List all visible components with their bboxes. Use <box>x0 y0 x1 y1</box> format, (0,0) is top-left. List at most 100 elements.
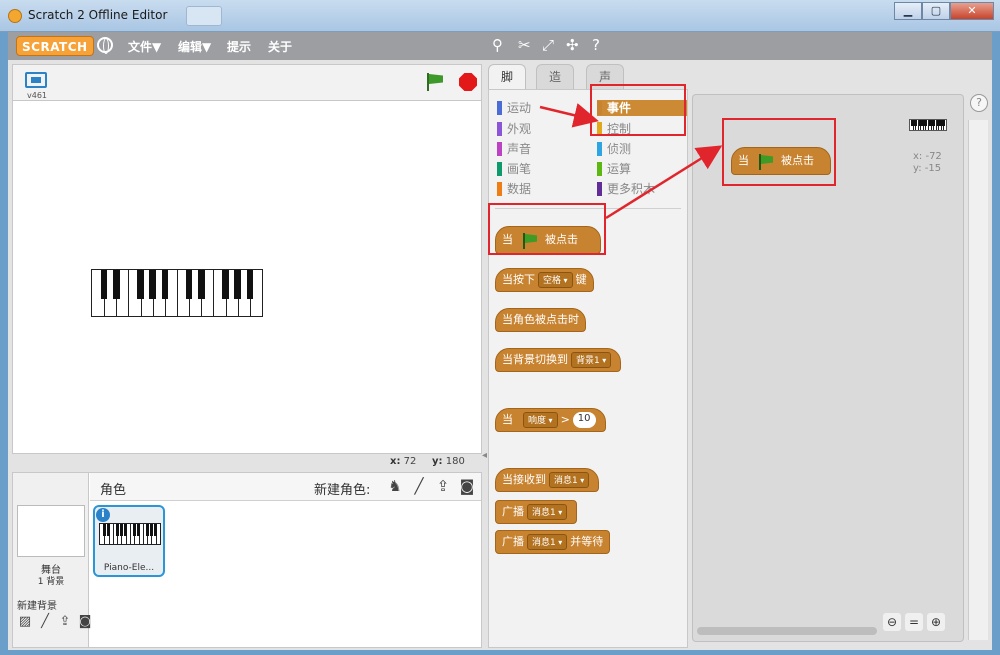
block-when-sprite-clicked[interactable]: 当角色被点击时 <box>495 308 586 332</box>
zoom-in-icon[interactable]: ⊕ <box>927 613 945 631</box>
sprite-library-icon[interactable]: ♞ <box>386 477 404 495</box>
piano-black-key <box>185 270 193 299</box>
upload-icon[interactable]: ⇪ <box>57 615 73 629</box>
backdrop-library-icon[interactable]: ▨ <box>17 615 33 629</box>
mouse-coordinates: x: 72 y: 180 <box>12 454 482 470</box>
category-chip <box>497 182 502 196</box>
block-broadcast-and-wait[interactable]: 广播消息1并等待 <box>495 530 611 554</box>
vertical-scrollbar[interactable] <box>968 120 988 640</box>
category-pen[interactable]: 画笔 <box>497 161 587 177</box>
shrink-icon[interactable]: ✣ <box>566 36 579 54</box>
piano-white-key-divider <box>177 270 178 316</box>
category-motion[interactable]: 运动 <box>497 100 587 116</box>
menu-edit[interactable]: 编辑▼ <box>178 38 211 55</box>
help-question-icon[interactable]: ? <box>592 36 600 54</box>
menu-about[interactable]: 关于 <box>268 38 292 55</box>
category-sensing[interactable]: 侦测 <box>597 141 687 157</box>
stage-canvas[interactable] <box>12 100 482 454</box>
window-titlebar: Scratch 2 Offline Editor ▁ ▢ ✕ <box>0 0 1000 32</box>
language-globe-icon[interactable] <box>97 37 113 54</box>
loudness-dropdown[interactable]: 响度 <box>523 412 558 428</box>
sprites-title: 角色 <box>100 483 127 498</box>
block-when-backdrop-switches[interactable]: 当背景切换到 背景1 <box>495 348 622 372</box>
sprite-name: Piano-Ele... <box>103 563 155 573</box>
category-looks[interactable]: 外观 <box>497 121 587 137</box>
camera-icon[interactable]: ◙ <box>458 477 476 495</box>
category-chip <box>497 142 502 156</box>
piano-black-key <box>149 524 153 537</box>
tab-scripts[interactable]: 脚本 <box>488 64 527 108</box>
message-dropdown[interactable]: 消息1 <box>527 504 568 520</box>
paint-brush-icon[interactable]: ╱ <box>410 477 428 495</box>
category-label: 声音 <box>507 142 532 156</box>
piano-black-key <box>119 524 123 537</box>
cut-scissors-icon[interactable]: ✂ <box>518 36 531 54</box>
help-question-icon[interactable]: ? <box>970 94 988 112</box>
menu-file[interactable]: 文件▼ <box>128 38 161 55</box>
piano-black-key <box>137 270 144 299</box>
piano-black-key <box>913 120 917 127</box>
category-chip <box>497 101 502 115</box>
menu-bar: SCRATCH 文件▼ 编辑▼ 提示 关于 ⚲ ✂ ⤢ ✣ ? <box>8 32 992 60</box>
message-dropdown[interactable]: 消息1 <box>527 534 568 550</box>
mouse-x-value: 72 <box>403 456 417 467</box>
annotation-box-events <box>590 84 686 136</box>
sprite-card[interactable]: i Piano-Ele... <box>93 505 165 577</box>
block-text: 当 <box>502 413 513 426</box>
category-data[interactable]: 数据 <box>497 181 587 197</box>
piano-black-key <box>145 524 149 537</box>
category-chip <box>597 162 602 176</box>
fullscreen-icon[interactable] <box>25 72 47 88</box>
piano-black-key <box>124 524 128 537</box>
piano-white-key-divider <box>128 270 130 316</box>
category-label: 外观 <box>507 122 532 136</box>
piano-black-key <box>197 270 205 299</box>
stage-thumbnail[interactable] <box>17 505 85 557</box>
category-label: 侦测 <box>607 142 632 156</box>
category-operators[interactable]: 运算 <box>597 161 687 177</box>
stop-sign-icon[interactable] <box>459 73 477 91</box>
message-dropdown[interactable]: 消息1 <box>549 472 590 488</box>
annotation-box-script-block <box>722 118 836 186</box>
sprites-pane: 舞台 1 背景 新建背景 ▨ ╱ ⇪ ◙ 角色 新建角色: ♞ ╱ ⇪ ◙ i … <box>12 472 482 648</box>
paint-brush-icon[interactable]: ╱ <box>37 615 53 629</box>
block-text: 当接收到 <box>502 473 546 486</box>
sprite-tools: ♞ ╱ ⇪ ◙ <box>386 477 476 495</box>
duplicate-stamp-icon[interactable]: ⚲ <box>492 36 503 54</box>
piano-black-key <box>149 270 157 299</box>
new-sprite-label: 新建角色: <box>314 483 371 498</box>
block-when-key-pressed[interactable]: 当按下空格键 <box>495 268 594 292</box>
key-dropdown[interactable]: 空格 <box>538 272 573 288</box>
upload-icon[interactable]: ⇪ <box>434 477 452 495</box>
minimize-button[interactable]: ▁ <box>894 2 922 20</box>
zoom-out-icon[interactable]: ⊖ <box>883 613 901 631</box>
grow-icon[interactable]: ⤢ <box>542 36 554 54</box>
info-icon[interactable]: i <box>96 508 110 522</box>
block-broadcast[interactable]: 广播 消息1 <box>495 500 578 524</box>
close-button[interactable]: ✕ <box>950 2 994 20</box>
window-title: Scratch 2 Offline Editor <box>28 8 168 22</box>
backdrop-dropdown[interactable]: 背景1 <box>571 352 612 368</box>
tab-costumes[interactable]: 造型 <box>536 64 575 108</box>
camera-icon[interactable]: ◙ <box>77 615 93 629</box>
block-when-receive[interactable]: 当接收到 消息1 <box>495 468 600 492</box>
category-sound[interactable]: 声音 <box>497 141 587 157</box>
piano-black-key <box>100 270 108 299</box>
zoom-reset-icon[interactable]: = <box>905 613 923 631</box>
category-more-blocks[interactable]: 更多积木 <box>597 181 687 197</box>
block-text: 键 <box>575 273 587 286</box>
piano-sprite[interactable] <box>91 269 263 317</box>
mouse-x-label: x: <box>390 456 401 467</box>
scratch-logo[interactable]: SCRATCH <box>16 36 94 56</box>
piano-black-key <box>137 524 141 537</box>
piano-black-key <box>931 120 935 127</box>
block-when-loudness[interactable]: 当响度>10 <box>495 408 606 432</box>
category-label: 更多积木 <box>607 182 656 196</box>
piano-black-key <box>107 524 111 537</box>
maximize-button[interactable]: ▢ <box>922 2 950 20</box>
menu-tips[interactable]: 提示 <box>227 38 251 55</box>
block-text: 当按下 <box>502 273 535 286</box>
green-flag-icon[interactable] <box>425 73 443 91</box>
loudness-input[interactable]: 10 <box>572 412 596 428</box>
horizontal-scrollbar[interactable] <box>697 627 877 635</box>
